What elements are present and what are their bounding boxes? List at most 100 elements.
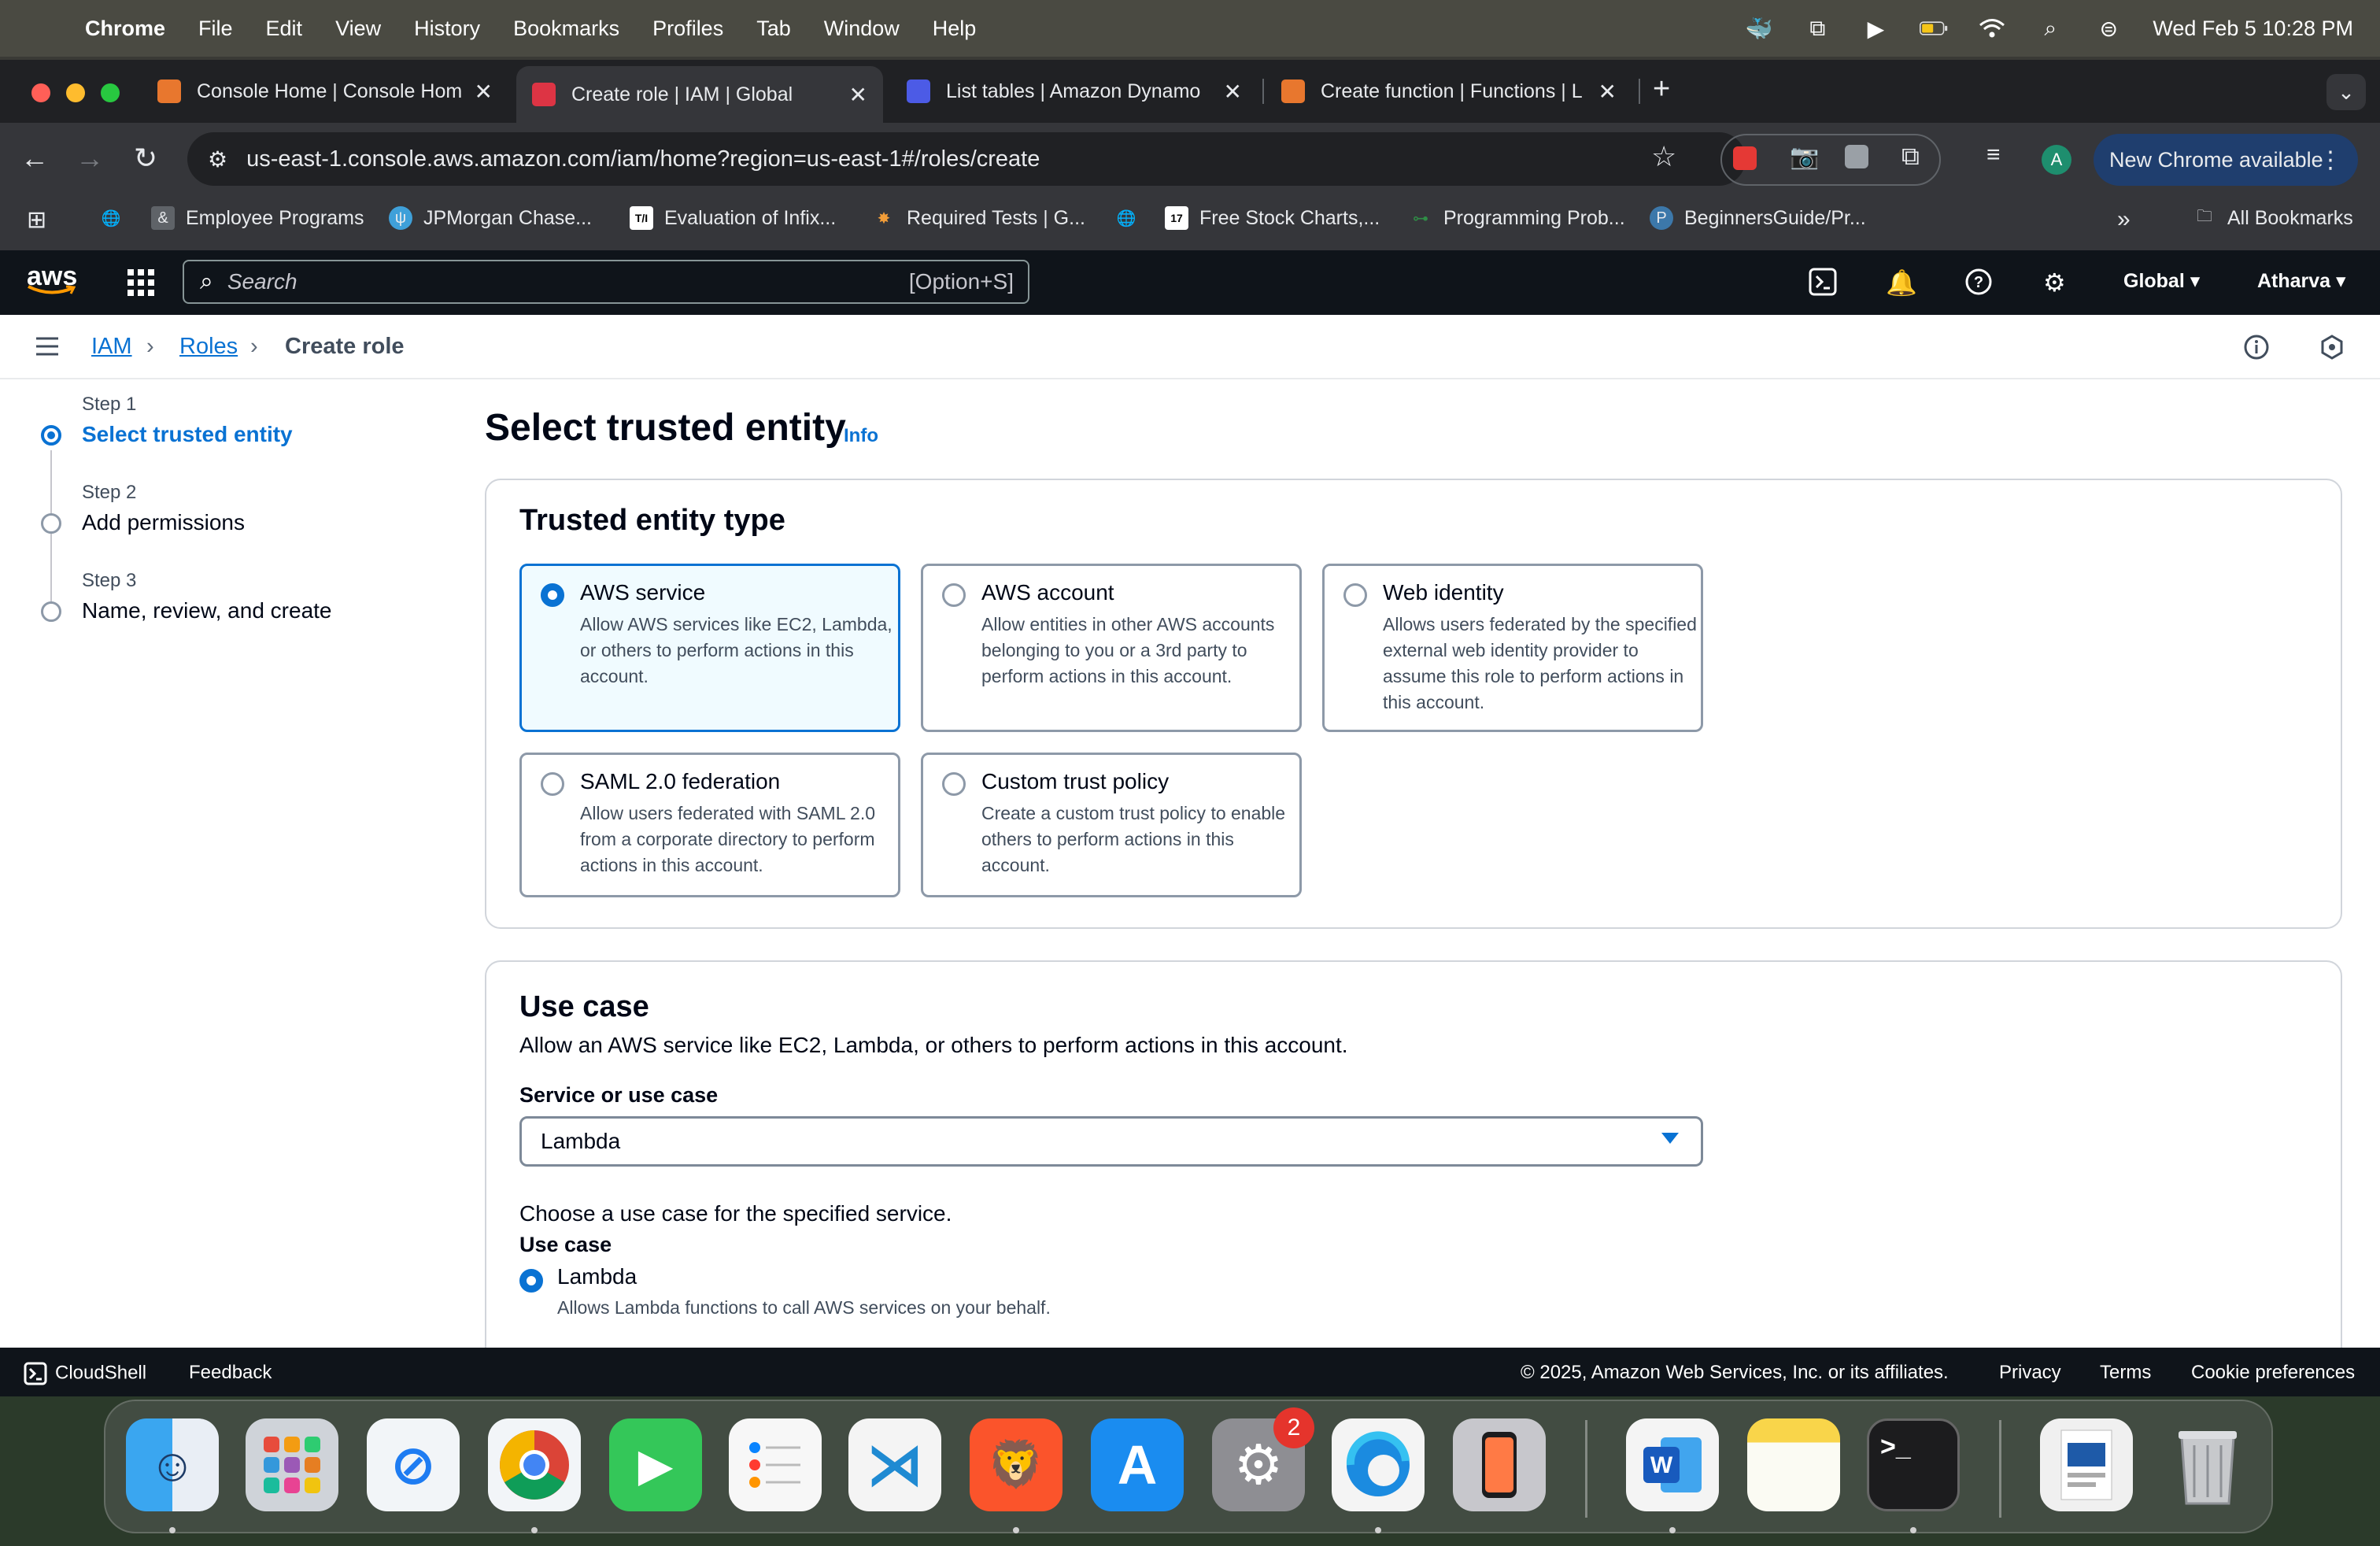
bookmark-globe[interactable]: 🌐 <box>99 206 134 230</box>
extensions-puzzle-icon[interactable]: ⧉ <box>1901 142 1920 172</box>
reload-icon[interactable]: ↻ <box>134 142 157 175</box>
kebab-menu-icon[interactable]: ⋮ <box>2319 146 2342 174</box>
use-case-option-title[interactable]: Lambda <box>557 1264 637 1289</box>
menu-view[interactable]: View <box>335 17 381 41</box>
bookmark-globe-2[interactable]: 🌐 <box>1114 206 1149 230</box>
bookmark-star-icon[interactable]: ☆ <box>1651 140 1676 173</box>
spotlight-search-icon[interactable]: ⌕ <box>2036 16 2064 40</box>
chrome-icon[interactable] <box>488 1418 581 1511</box>
cookie-preferences-link[interactable]: Cookie preferences <box>2191 1362 2355 1384</box>
terminal-icon[interactable]: >_ <box>1867 1418 1960 1511</box>
info-panel-icon[interactable] <box>2243 334 2270 364</box>
bookmark-employee-programs[interactable]: & Employee Programs <box>151 206 364 230</box>
safari-icon[interactable]: ⊘ <box>367 1418 460 1511</box>
close-tab-icon[interactable]: ✕ <box>1598 79 1617 105</box>
new-tab-plus-icon[interactable]: + <box>1653 72 1670 106</box>
vscode-icon[interactable]: ⋊ <box>848 1418 941 1511</box>
facetime-icon[interactable]: ▶ <box>609 1418 702 1511</box>
tile-aws-service[interactable]: AWS service Allow AWS services like EC2,… <box>519 564 900 732</box>
bookmark-free-stock-charts[interactable]: 17 Free Stock Charts,... <box>1165 206 1380 230</box>
menubar-clock[interactable]: Wed Feb 5 10:28 PM <box>2153 17 2353 41</box>
all-bookmarks-folder[interactable]: 🗀 All Bookmarks <box>2193 206 2353 230</box>
menu-edit[interactable]: Edit <box>266 17 303 41</box>
tools-panel-icon[interactable] <box>2319 334 2345 364</box>
close-tab-icon[interactable]: ✕ <box>849 82 867 108</box>
launchpad-icon[interactable] <box>246 1418 338 1511</box>
tile-custom-trust-policy[interactable]: Custom trust policy Create a custom trus… <box>921 753 1302 897</box>
reminders-icon[interactable] <box>729 1418 822 1511</box>
bookmark-evaluation-infix[interactable]: T/I Evaluation of Infix... <box>630 206 836 230</box>
aws-logo[interactable]: aws <box>27 261 77 294</box>
battery-icon[interactable] <box>1920 17 1948 40</box>
bookmark-jpmorgan[interactable]: ψ JPMorgan Chase... <box>389 206 592 230</box>
bookmark-programming-problems[interactable]: ⊶ Programming Prob... <box>1409 206 1625 230</box>
tab-list-tables[interactable]: List tables | Amazon Dynamo ✕ <box>891 66 1258 117</box>
step-1-title[interactable]: Select trusted entity <box>82 422 293 447</box>
tab-create-function[interactable]: Create function | Functions | L ✕ <box>1266 66 1632 117</box>
bookmark-beginners-guide[interactable]: P BeginnersGuide/Pr... <box>1650 206 1866 230</box>
wifi-icon[interactable] <box>1978 17 2006 40</box>
radio-saml-federation[interactable] <box>541 772 564 796</box>
url-text[interactable]: us-east-1.console.aws.amazon.com/iam/hom… <box>246 146 1040 172</box>
close-tab-icon[interactable]: ✕ <box>1224 79 1242 105</box>
menu-help[interactable]: Help <box>933 17 977 41</box>
more-bookmarks-chevron-icon[interactable]: » <box>2117 206 2131 233</box>
bookmark-required-tests[interactable]: ✸ Required Tests | G... <box>872 206 1085 230</box>
profile-avatar[interactable]: A <box>2042 145 2071 175</box>
menu-tab[interactable]: Tab <box>756 17 791 41</box>
tile-web-identity[interactable]: Web identity Allows users federated by t… <box>1322 564 1703 732</box>
site-settings-icon[interactable]: ⚙ <box>208 146 227 172</box>
aws-search-input[interactable]: ⌕ Search [Option+S] <box>183 260 1029 304</box>
tile-aws-account[interactable]: AWS account Allow entities in other AWS … <box>921 564 1302 732</box>
menu-history[interactable]: History <box>414 17 480 41</box>
microsoft-word-icon[interactable]: W <box>1626 1418 1719 1511</box>
breadcrumb-roles[interactable]: Roles <box>179 334 238 360</box>
control-center-icon[interactable]: ⊜ <box>2094 17 2123 41</box>
radio-web-identity[interactable] <box>1343 583 1367 607</box>
privacy-link[interactable]: Privacy <box>1999 1362 2061 1384</box>
account-menu[interactable]: Atharva ▾ <box>2257 269 2346 293</box>
menu-window[interactable]: Window <box>824 17 900 41</box>
feedback-link[interactable]: Feedback <box>189 1362 272 1384</box>
tile-saml-federation[interactable]: SAML 2.0 federation Allow users federate… <box>519 753 900 897</box>
help-icon[interactable]: ? <box>1964 268 1993 302</box>
notes-icon[interactable] <box>1747 1418 1840 1511</box>
tab-console-home[interactable]: Console Home | Console Hom ✕ <box>142 66 508 117</box>
docker-icon[interactable]: 🐳 <box>1745 17 1773 41</box>
brave-icon[interactable]: 🦁 <box>970 1418 1062 1511</box>
media-queue-icon[interactable]: ≡ <box>1986 142 2001 168</box>
trash-icon[interactable] <box>2161 1418 2254 1511</box>
iphone-mirroring-icon[interactable] <box>1453 1418 1546 1511</box>
edge-icon[interactable] <box>1332 1418 1425 1511</box>
back-arrow-icon[interactable]: ← <box>20 142 49 175</box>
note-extension-icon[interactable] <box>1845 145 1868 168</box>
menu-file[interactable]: File <box>198 17 233 41</box>
zoom-window-button[interactable] <box>101 83 120 102</box>
services-grid-icon[interactable] <box>126 268 156 301</box>
tab-search-chevron-icon[interactable]: ⌄ <box>2326 74 2366 110</box>
screen-recorder-extension-icon[interactable] <box>1733 146 1757 170</box>
apps-grid-icon[interactable]: ⊞ <box>27 206 46 234</box>
screen-mirroring-icon[interactable]: ⧉ <box>1803 16 1831 40</box>
menu-app-name[interactable]: Chrome <box>85 17 165 41</box>
camera-extension-icon[interactable]: 📷 <box>1790 143 1819 171</box>
close-window-button[interactable] <box>31 83 50 102</box>
cloudshell-footer-button[interactable]: CloudShell <box>24 1362 146 1385</box>
side-nav-menu-icon[interactable] <box>35 335 60 361</box>
service-select[interactable]: Lambda <box>519 1116 1703 1167</box>
close-tab-icon[interactable]: ✕ <box>475 79 493 105</box>
new-chrome-available-button[interactable]: New Chrome available ⋮ <box>2094 134 2358 186</box>
menu-bookmarks[interactable]: Bookmarks <box>513 17 619 41</box>
region-selector[interactable]: Global ▾ <box>2123 269 2200 293</box>
forward-arrow-icon[interactable]: → <box>76 142 104 175</box>
cloudshell-icon[interactable] <box>1809 268 1837 302</box>
radio-aws-account[interactable] <box>942 583 966 607</box>
finder-icon[interactable]: ☺ <box>126 1418 219 1511</box>
menu-profiles[interactable]: Profiles <box>652 17 723 41</box>
settings-gear-icon[interactable]: ⚙ <box>2043 268 2066 298</box>
info-link[interactable]: Info <box>844 425 878 447</box>
radio-lambda-use-case[interactable] <box>519 1269 543 1293</box>
radio-custom-trust-policy[interactable] <box>942 772 966 796</box>
breadcrumb-iam[interactable]: IAM <box>91 334 132 360</box>
address-bar[interactable]: ⚙ us-east-1.console.aws.amazon.com/iam/h… <box>187 132 1746 186</box>
